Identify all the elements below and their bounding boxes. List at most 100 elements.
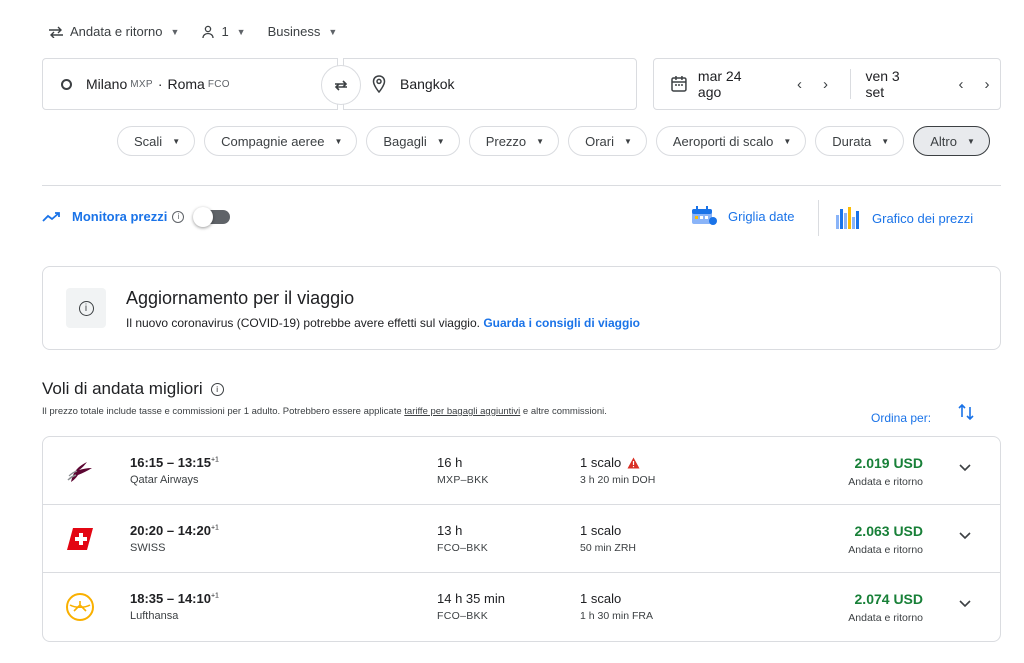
swap-button[interactable] <box>321 65 361 105</box>
flight-duration: 14 h 35 min <box>437 591 505 606</box>
airline-name: SWISS <box>130 542 166 554</box>
flight-row[interactable]: 18:35 – 14:10+1 Lufthansa 14 h 35 min FC… <box>43 573 1000 641</box>
info-icon[interactable]: i <box>210 382 224 396</box>
trip-options-bar: Andata e ritorno ▼ 1 ▼ Business ▼ <box>48 24 359 39</box>
notice-title: Aggiornamento per il viaggio <box>126 288 355 308</box>
passengers-count: 1 <box>221 24 229 39</box>
chevron-down-icon[interactable] <box>958 531 972 541</box>
flight-row[interactable]: 16:15 – 13:15+1 Qatar Airways 16 h MXP–B… <box>43 437 1000 505</box>
flight-stops: 1 scalo <box>580 523 621 538</box>
track-prices-toggle[interactable] <box>193 206 231 227</box>
stops-count: 1 scalo <box>580 455 622 470</box>
filter-chip-airlines[interactable]: Compagnie aeree ▼ <box>204 126 358 156</box>
flight-stops: 1 scalo <box>580 591 621 606</box>
date-grid-button[interactable]: Griglia date <box>690 205 794 227</box>
chevron-down-icon: ▼ <box>328 26 338 37</box>
flight-price: 2.063 USD <box>854 523 923 539</box>
chevron-down-icon: ▼ <box>623 136 632 146</box>
depart-next-icon[interactable]: › <box>812 76 838 93</box>
price-graph-button[interactable]: Grafico dei prezzi <box>834 205 973 231</box>
destination-value: Bangkok <box>400 76 455 92</box>
toggle-knob <box>193 206 214 227</box>
price-type: Andata e ritorno <box>848 612 923 624</box>
qatar-airways-logo-icon <box>67 462 92 482</box>
flight-route: FCO–BKK <box>437 610 489 622</box>
chip-label: Aeroporti di scalo <box>672 133 774 149</box>
flight-times: 20:20 – 14:20+1 <box>130 523 219 538</box>
depart-time: 20:20 <box>130 523 164 538</box>
origin-city-1: Milano <box>86 76 128 92</box>
filter-chip-connecting-airports[interactable]: Aeroporti di scalo ▼ <box>655 126 807 156</box>
return-next-icon[interactable]: › <box>974 76 1000 93</box>
filter-chip-scali[interactable]: Scali ▼ <box>117 126 196 156</box>
flight-stops: 1 scalo <box>580 455 640 470</box>
price-type: Andata e ritorno <box>848 544 923 556</box>
next-day: +1 <box>210 592 219 600</box>
next-day: +1 <box>210 456 219 464</box>
chevron-down-icon[interactable] <box>958 599 972 609</box>
notice-body: Il nuovo coronavirus (COVID-19) potrebbe… <box>126 316 480 330</box>
filter-chip-times[interactable]: Orari ▼ <box>568 126 647 156</box>
travel-advice-link[interactable]: Guarda i consigli di viaggio <box>483 316 640 330</box>
origin-code-2: FCO <box>207 78 230 90</box>
sort-icon[interactable] <box>958 402 974 422</box>
location-pin-icon <box>372 75 386 93</box>
filter-chip-bags[interactable]: Bagagli ▼ <box>366 126 460 156</box>
arrive-time: 13:15 <box>177 455 211 470</box>
chip-label: Durata <box>832 133 872 149</box>
dates-field[interactable]: mar 24 ago ‹ › ven 3 set ‹ › <box>653 58 1001 110</box>
baggage-fees-link[interactable]: tariffe per bagagli aggiuntivi <box>404 406 520 417</box>
return-prev-icon[interactable]: ‹ <box>948 76 974 93</box>
airline-name: Lufthansa <box>130 610 179 622</box>
flight-price: 2.019 USD <box>854 455 923 471</box>
layover-info: 1 h 30 min FRA <box>580 610 653 622</box>
cabin-class-label: Business <box>267 24 321 39</box>
flight-row[interactable]: 20:20 – 14:20+1 SWISS 13 h FCO–BKK 1 sca… <box>43 505 1000 573</box>
info-box: i <box>66 288 106 328</box>
lufthansa-logo-icon <box>66 593 94 621</box>
chevron-down-icon: ▼ <box>236 26 246 37</box>
price-graph-label: Grafico dei prezzi <box>872 210 974 226</box>
depart-time: 18:35 <box>130 591 164 606</box>
date-divider <box>850 69 852 99</box>
arrive-time: 14:10 <box>177 591 211 606</box>
flight-route: FCO–BKK <box>437 542 489 554</box>
price-graph-icon <box>836 207 859 229</box>
flight-times: 18:35 – 14:10+1 <box>130 591 219 606</box>
passengers-select[interactable]: 1 ▼ <box>201 24 246 39</box>
layover-info: 3 h 20 min DOH <box>580 474 656 486</box>
depart-prev-icon[interactable]: ‹ <box>786 76 812 93</box>
chip-label: Orari <box>585 133 614 149</box>
sort-by-label[interactable]: Ordina per: <box>871 411 931 425</box>
swiss-logo-icon <box>67 528 93 550</box>
filter-chip-duration[interactable]: Durata ▼ <box>815 126 905 156</box>
chevron-down-icon: ▼ <box>536 136 545 146</box>
results-title: Voli di andata migliori i <box>42 379 224 399</box>
cabin-class-select[interactable]: Business ▼ <box>268 24 338 39</box>
round-trip-icon <box>49 26 63 38</box>
filter-chip-price[interactable]: Prezzo ▼ <box>468 126 560 156</box>
track-prices-label: Monitora prezzi <box>72 209 168 224</box>
flight-times: 16:15 – 13:15+1 <box>130 455 219 470</box>
travel-update-card: i Aggiornamento per il viaggio Il nuovo … <box>42 266 1001 350</box>
warning-icon <box>627 457 640 468</box>
track-prices[interactable]: Monitora prezzi i <box>42 206 231 227</box>
depart-date[interactable]: mar 24 ago <box>698 68 769 100</box>
person-icon <box>202 25 215 38</box>
destination-field[interactable]: Bangkok <box>343 58 637 110</box>
depart-time: 16:15 <box>130 455 164 470</box>
info-icon[interactable]: i <box>172 210 185 223</box>
origin-city-2: Roma <box>167 76 205 92</box>
results-title-text: Voli di andata migliori <box>42 379 203 398</box>
info-icon: i <box>78 300 94 316</box>
flight-route: MXP–BKK <box>437 474 489 486</box>
filter-chip-more[interactable]: Altro ▼ <box>913 126 990 156</box>
origin-field[interactable]: Milano MXP · Roma FCO <box>42 58 338 110</box>
trip-type-select[interactable]: Andata e ritorno ▼ <box>48 24 179 39</box>
date-grid-label: Griglia date <box>728 208 795 224</box>
chip-label: Bagagli <box>383 133 427 149</box>
stops-count: 1 scalo <box>580 523 622 538</box>
return-date[interactable]: ven 3 set <box>865 68 922 100</box>
tools-divider <box>818 200 819 236</box>
chevron-down-icon[interactable] <box>958 463 972 473</box>
